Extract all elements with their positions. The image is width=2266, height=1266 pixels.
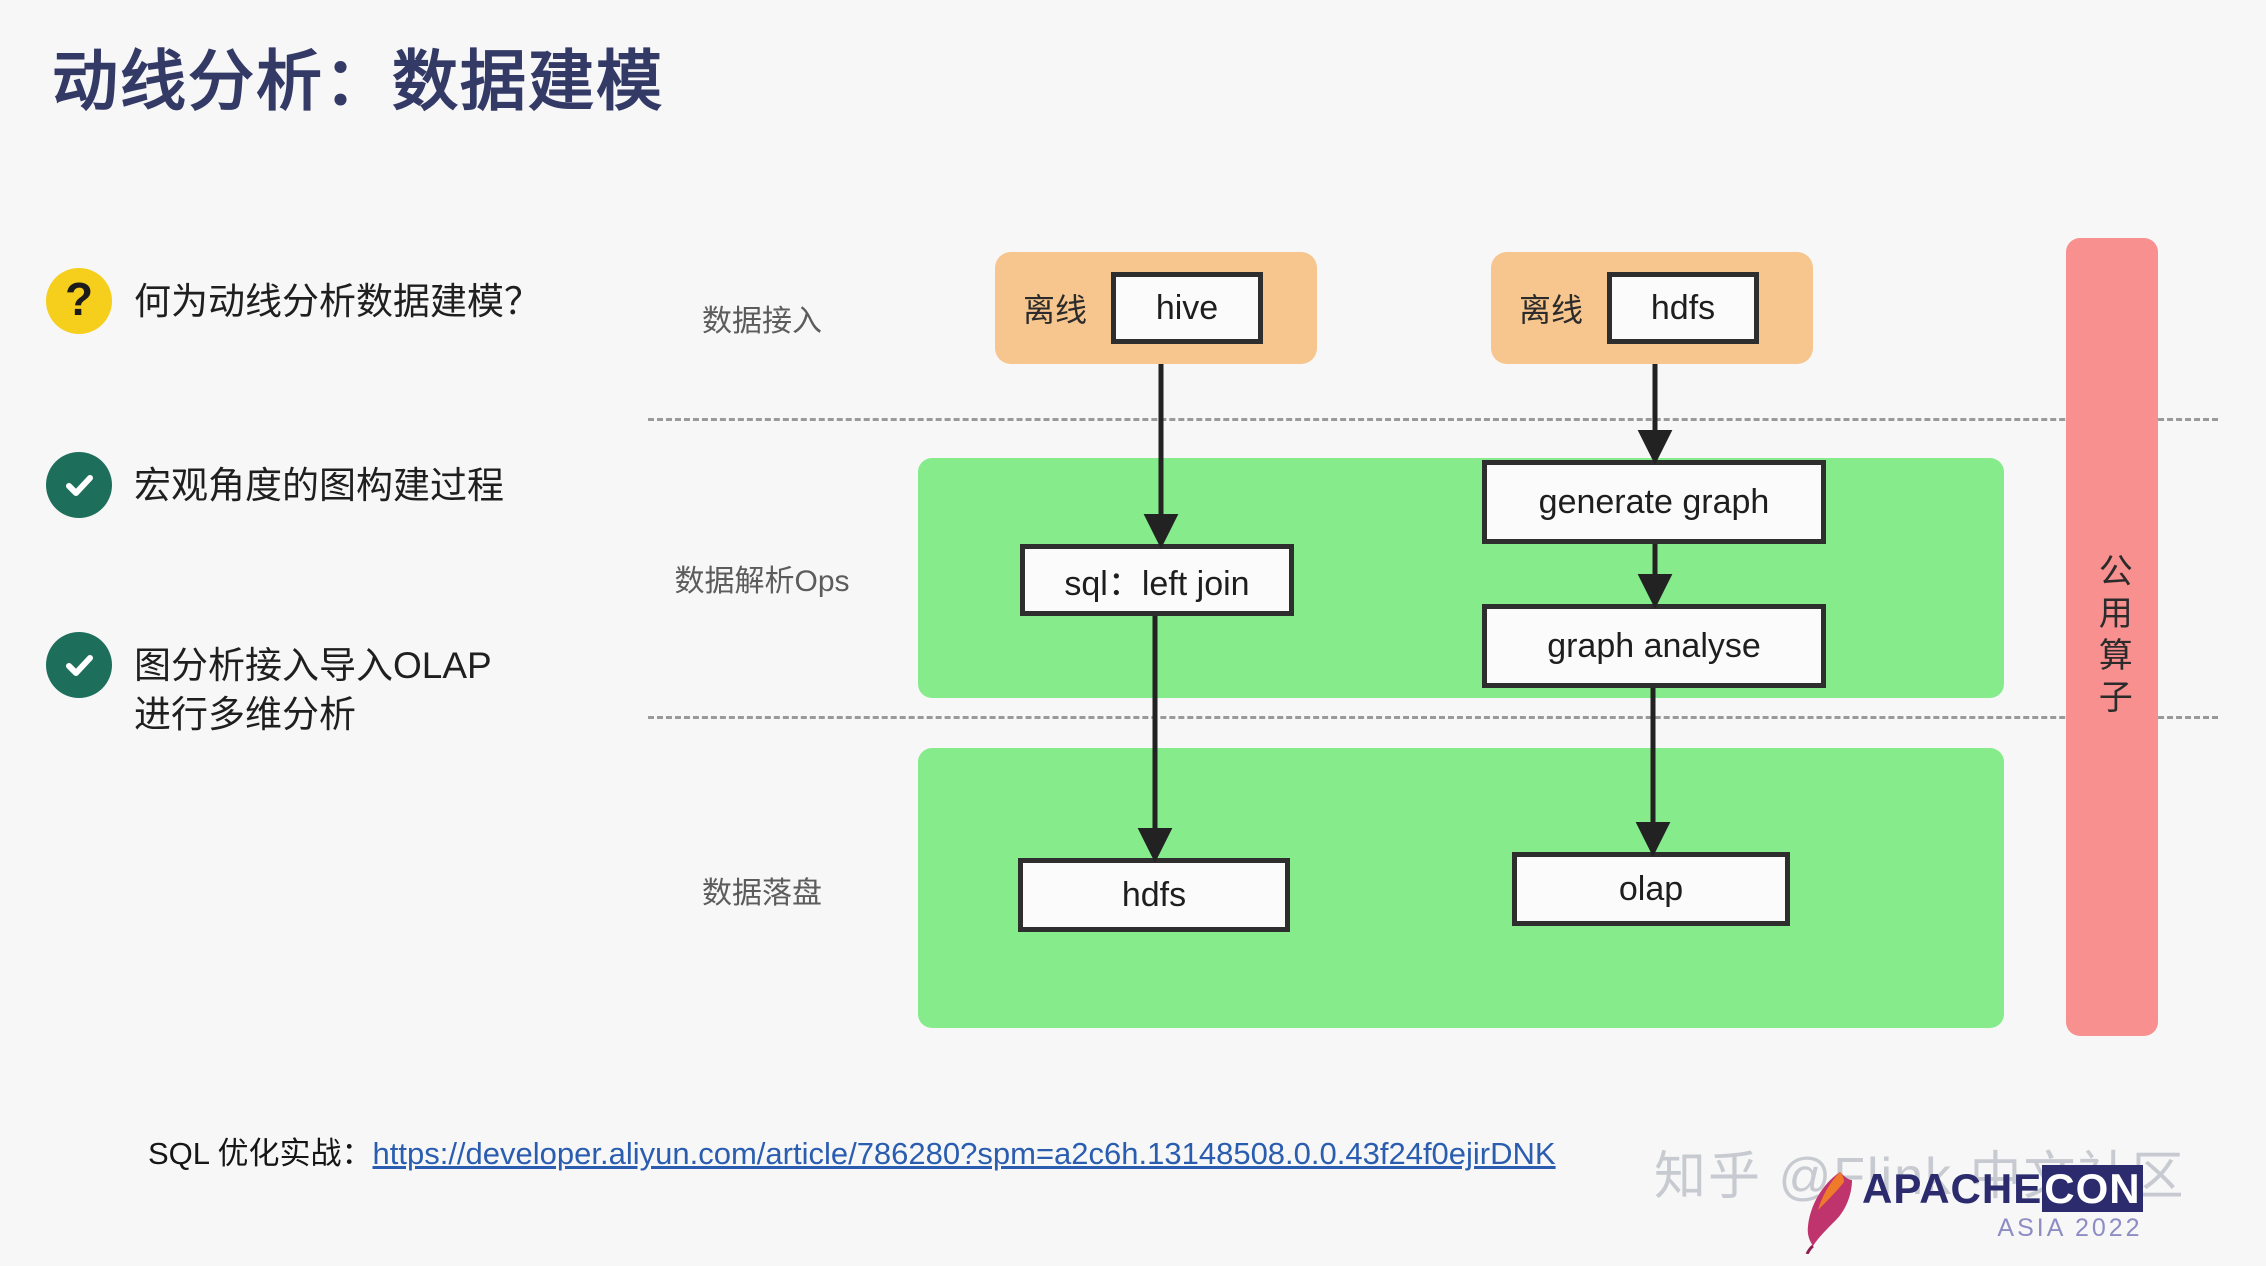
node-olap-label: olap — [1618, 869, 1684, 908]
footer-link[interactable]: https://developer.aliyun.com/article/786… — [373, 1136, 1556, 1171]
ops-band — [918, 458, 2004, 698]
sink-band — [918, 748, 2004, 1028]
bullet-item-0: ? 何为动线分析数据建模？ — [46, 268, 541, 334]
source-tag-offline-hdfs: 离线 — [1519, 292, 1584, 328]
bullet-label-0: 何为动线分析数据建模？ — [134, 281, 541, 322]
logo-wordmark: APACHECON ASIA 2022 — [1862, 1165, 2143, 1242]
node-source-hdfs-label: hdfs — [1650, 288, 1716, 327]
slide-canvas: 动线分析：数据建模 ? 何为动线分析数据建模？ 宏观角度的图构建过程 图分析接入… — [0, 0, 2266, 1266]
logo-title-main: APACHE — [1862, 1165, 2043, 1212]
feather-icon — [1800, 1168, 1858, 1259]
footer-reference: SQL 优化实战：https://developer.aliyun.com/ar… — [148, 1128, 1556, 1173]
footer-prefix: SQL 优化实战： — [148, 1136, 373, 1171]
bullet-item-1: 宏观角度的图构建过程 — [46, 452, 504, 518]
check-circle-icon — [46, 452, 112, 518]
logo-title-con: CON — [2042, 1165, 2143, 1212]
section-divider-top — [648, 418, 2218, 421]
row-label-sink: 数据落盘 — [702, 877, 822, 910]
shared-operator-bar: 公用算子 — [2066, 238, 2158, 1036]
node-generate-graph-label: generate graph — [1538, 482, 1770, 521]
row-label-ingest: 数据接入 — [702, 305, 822, 338]
apachecon-logo: APACHECON ASIA 2022 — [1800, 1165, 2143, 1259]
check-circle-icon — [46, 632, 112, 698]
bullet-item-2: 图分析接入导入OLAP 进行多维分析 — [46, 632, 492, 740]
node-olap: olap — [1512, 852, 1790, 926]
row-label-ops: 数据解析Ops — [674, 565, 850, 598]
node-generate-graph: generate graph — [1482, 460, 1826, 544]
node-sink-hdfs: hdfs — [1018, 858, 1290, 932]
shared-operator-label: 公用算子 — [2093, 553, 2132, 721]
page-title: 动线分析：数据建模 — [52, 44, 664, 118]
node-sink-hdfs-label: hdfs — [1121, 875, 1187, 914]
source-group-hive: 离线 hive — [995, 252, 1317, 364]
node-sql-left-join: sql：left join — [1020, 544, 1294, 616]
source-tag-offline-hive: 离线 — [1023, 292, 1088, 328]
logo-title: APACHECON — [1862, 1165, 2143, 1212]
question-mark-icon: ? — [46, 268, 112, 334]
node-hive: hive — [1111, 272, 1264, 344]
logo-subtitle: ASIA 2022 — [1997, 1214, 2143, 1242]
question-mark-glyph: ? — [64, 273, 94, 325]
node-source-hdfs: hdfs — [1607, 272, 1760, 344]
bullet-label-1: 宏观角度的图构建过程 — [134, 465, 504, 506]
node-graph-analyse: graph analyse — [1482, 604, 1826, 688]
node-hive-label: hive — [1155, 288, 1219, 327]
node-sql-left-join-label: sql：left join — [1064, 564, 1250, 603]
section-divider-bottom — [648, 716, 2218, 719]
bullet-label-2: 图分析接入导入OLAP 进行多维分析 — [134, 645, 492, 735]
node-graph-analyse-label: graph analyse — [1547, 626, 1761, 665]
source-group-hdfs: 离线 hdfs — [1491, 252, 1813, 364]
